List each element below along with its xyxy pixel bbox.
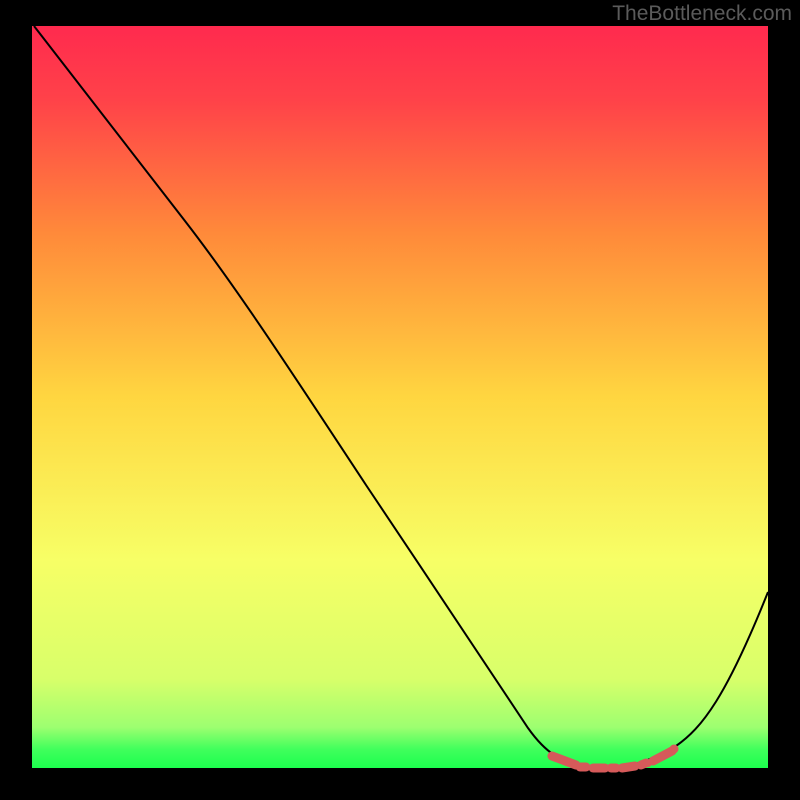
gradient-background	[32, 26, 768, 768]
chart-stage: TheBottleneck.com	[0, 0, 800, 800]
watermark-text: TheBottleneck.com	[612, 2, 792, 26]
chart-svg	[0, 0, 800, 800]
